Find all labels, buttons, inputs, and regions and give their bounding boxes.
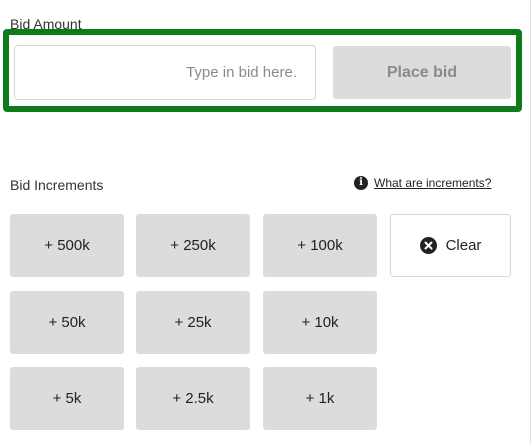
increment-25k-button[interactable]: + 25k: [136, 291, 250, 354]
increment-100k-button[interactable]: + 100k: [263, 214, 377, 277]
increment-1k-button[interactable]: + 1k: [263, 367, 377, 430]
increment-250k-button[interactable]: + 250k: [136, 214, 250, 277]
info-icon: i: [354, 176, 368, 190]
bid-increments-label: Bid Increments: [10, 177, 104, 193]
increment-50k-button[interactable]: + 50k: [10, 291, 124, 354]
increment-500k-button[interactable]: + 500k: [10, 214, 124, 277]
increment-10k-button[interactable]: + 10k: [263, 291, 377, 354]
increment-2-5k-button[interactable]: + 2.5k: [136, 367, 250, 430]
place-bid-button[interactable]: Place bid: [333, 46, 511, 99]
increment-5k-button[interactable]: + 5k: [10, 367, 124, 430]
what-are-increments-text: What are increments?: [374, 176, 492, 190]
close-circle-icon: [419, 237, 437, 254]
clear-button[interactable]: Clear: [390, 214, 511, 277]
bid-amount-input[interactable]: [14, 45, 316, 100]
what-are-increments-link[interactable]: i What are increments?: [354, 176, 491, 190]
clear-button-label: Clear: [445, 237, 482, 254]
